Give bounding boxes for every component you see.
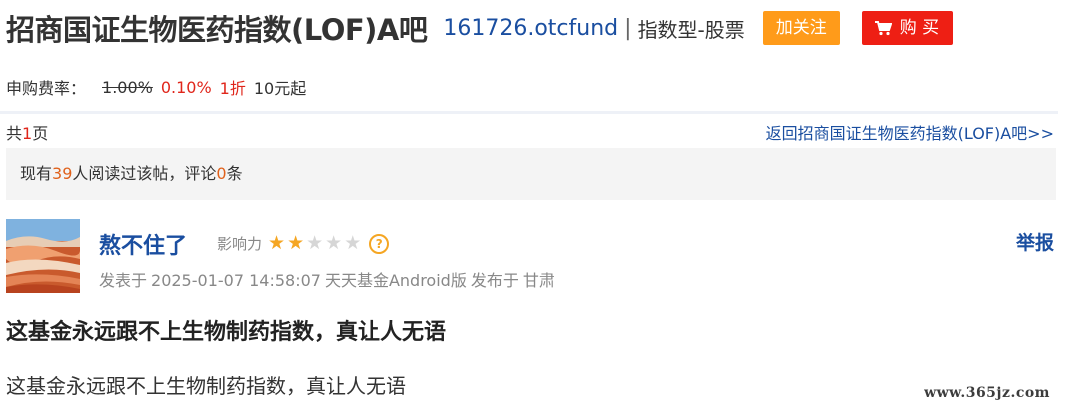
star-icon: ★	[287, 232, 305, 254]
reader-count: 39	[52, 164, 73, 183]
star-icon: ★	[344, 232, 362, 254]
post-meta: 发表于 2025-01-07 14:58:07 天天基金Android版 发布于 甘肃	[99, 271, 555, 290]
avatar[interactable]	[6, 219, 80, 293]
influence-stars: ★ ★ ★ ★ ★	[268, 234, 363, 253]
report-link[interactable]: 举报	[1016, 228, 1054, 255]
buy-button-label: 购 买	[899, 18, 940, 38]
post-body: 这基金永远跟不上生物制药指数，真让人无语	[6, 374, 406, 398]
fee-original: 1.00%	[102, 77, 153, 97]
fee-current: 0.10%	[160, 77, 212, 97]
bar-header: 招商国证生物医药指数(LOF)A吧 161726.otcfund | 指数型-股…	[6, 6, 954, 50]
back-to-bar-link[interactable]: 返回招商国证生物医药指数(LOF)A吧>>	[766, 120, 1054, 144]
post-client: 天天基金Android版	[324, 271, 467, 290]
star-icon: ★	[325, 232, 343, 254]
fee-discount: 1折	[219, 79, 246, 98]
buy-button[interactable]: 购 买	[861, 11, 954, 45]
post-location: 甘肃	[522, 271, 555, 290]
star-icon: ★	[268, 232, 286, 254]
question-circle-icon[interactable]: ?	[369, 233, 390, 254]
read-stats-box: 现有39人阅读过该帖，评论0条	[6, 148, 1056, 200]
purchase-fee-row: 申购费率： 1.00% 0.10% 1折 10元起	[6, 75, 306, 99]
post-title: 这基金永远跟不上生物制药指数，真让人无语	[6, 320, 447, 345]
influence-label: 影响力	[217, 235, 263, 253]
bar-title[interactable]: 招商国证生物医药指数(LOF)A吧	[6, 7, 428, 49]
star-icon: ★	[306, 232, 324, 254]
comment-count: 0	[216, 164, 227, 183]
watermark: www.365jz.com	[924, 385, 1050, 401]
pagination-row: 共1页 返回招商国证生物医药指数(LOF)A吧>>	[6, 120, 1056, 144]
fee-minimum: 10元起	[253, 79, 307, 98]
fee-label: 申购费率：	[6, 79, 87, 98]
fund-code-link[interactable]: 161726.otcfund	[443, 16, 618, 41]
cart-icon	[874, 21, 892, 36]
follow-button[interactable]: 加关注	[762, 11, 840, 45]
divider	[0, 111, 1058, 114]
fund-type: 指数型-股票	[637, 17, 745, 42]
page-count: 共1页	[6, 124, 49, 143]
influence-rating: 影响力 ★ ★ ★ ★ ★ ?	[217, 233, 390, 254]
post-datetime: 2025-01-07 14:58:07	[151, 271, 321, 290]
author-name[interactable]: 熬不住了	[99, 228, 187, 260]
header-separator: |	[624, 15, 632, 41]
